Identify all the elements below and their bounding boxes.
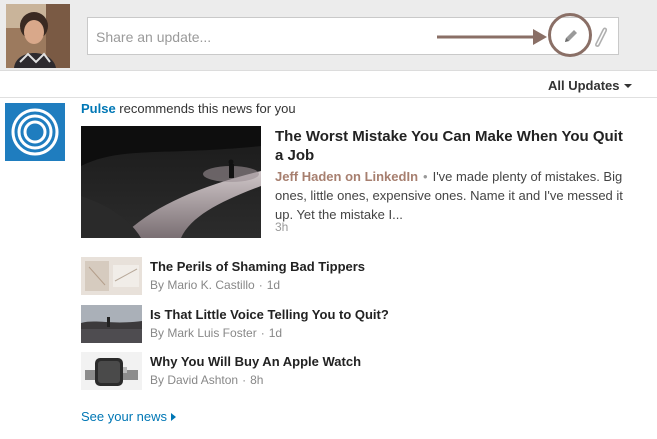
featured-article-image[interactable] [81, 126, 261, 238]
recommendation-heading: Pulse recommends this news for you [81, 101, 296, 116]
featured-article-author[interactable]: Jeff Haden on LinkedIn [275, 169, 418, 184]
news-meta: By Mario K. Castillo · 1d [150, 278, 280, 292]
recommendation-text: recommends this news for you [115, 101, 296, 116]
news-time: 1d [266, 278, 281, 292]
separator-dot: • [423, 169, 428, 184]
news-item[interactable]: The Perils of Shaming Bad Tippers By Mar… [81, 257, 621, 297]
pencil-icon[interactable] [562, 27, 580, 45]
featured-article-title[interactable]: The Worst Mistake You Can Make When You … [275, 127, 635, 165]
news-time: 1d [268, 326, 283, 340]
news-thumbnail[interactable] [81, 305, 142, 343]
separator-dot: · [258, 278, 263, 292]
see-your-news-link[interactable]: See your news [81, 409, 176, 424]
news-time: 8h [250, 373, 264, 387]
news-thumbnail[interactable] [81, 352, 142, 390]
see-your-news-label: See your news [81, 409, 167, 424]
user-avatar[interactable] [6, 4, 70, 68]
separator-dot: · [260, 326, 265, 340]
news-item[interactable]: Is That Little Voice Telling You to Quit… [81, 305, 621, 345]
caret-down-icon [623, 84, 632, 88]
news-meta: By Mark Luis Foster · 1d [150, 326, 282, 340]
news-thumbnail[interactable] [81, 257, 142, 295]
news-author[interactable]: By Mario K. Castillo [150, 278, 255, 292]
featured-article-body: Jeff Haden on LinkedIn • I've made plenty … [275, 167, 630, 224]
news-title[interactable]: Is That Little Voice Telling You to Quit… [150, 307, 389, 322]
news-item[interactable]: Why You Will Buy An Apple Watch By David… [81, 352, 621, 392]
chevron-right-icon [171, 412, 176, 421]
pulse-link[interactable]: Pulse [81, 101, 116, 116]
paperclip-icon[interactable] [590, 24, 608, 48]
news-author[interactable]: By Mark Luis Foster [150, 326, 257, 340]
news-author[interactable]: By David Ashton [150, 373, 238, 387]
news-title[interactable]: Why You Will Buy An Apple Watch [150, 354, 361, 369]
all-updates-label: All Updates [548, 77, 620, 93]
share-update-bar [0, 0, 657, 71]
news-meta: By David Ashton · 8h [150, 373, 263, 387]
all-updates-dropdown[interactable]: All Updates [548, 77, 632, 93]
divider [0, 97, 657, 98]
news-title[interactable]: The Perils of Shaming Bad Tippers [150, 259, 365, 274]
annotation-arrow [437, 29, 547, 45]
pulse-logo[interactable] [5, 103, 65, 161]
separator-dot: · [242, 373, 247, 387]
featured-article-time: 3h [275, 220, 289, 234]
